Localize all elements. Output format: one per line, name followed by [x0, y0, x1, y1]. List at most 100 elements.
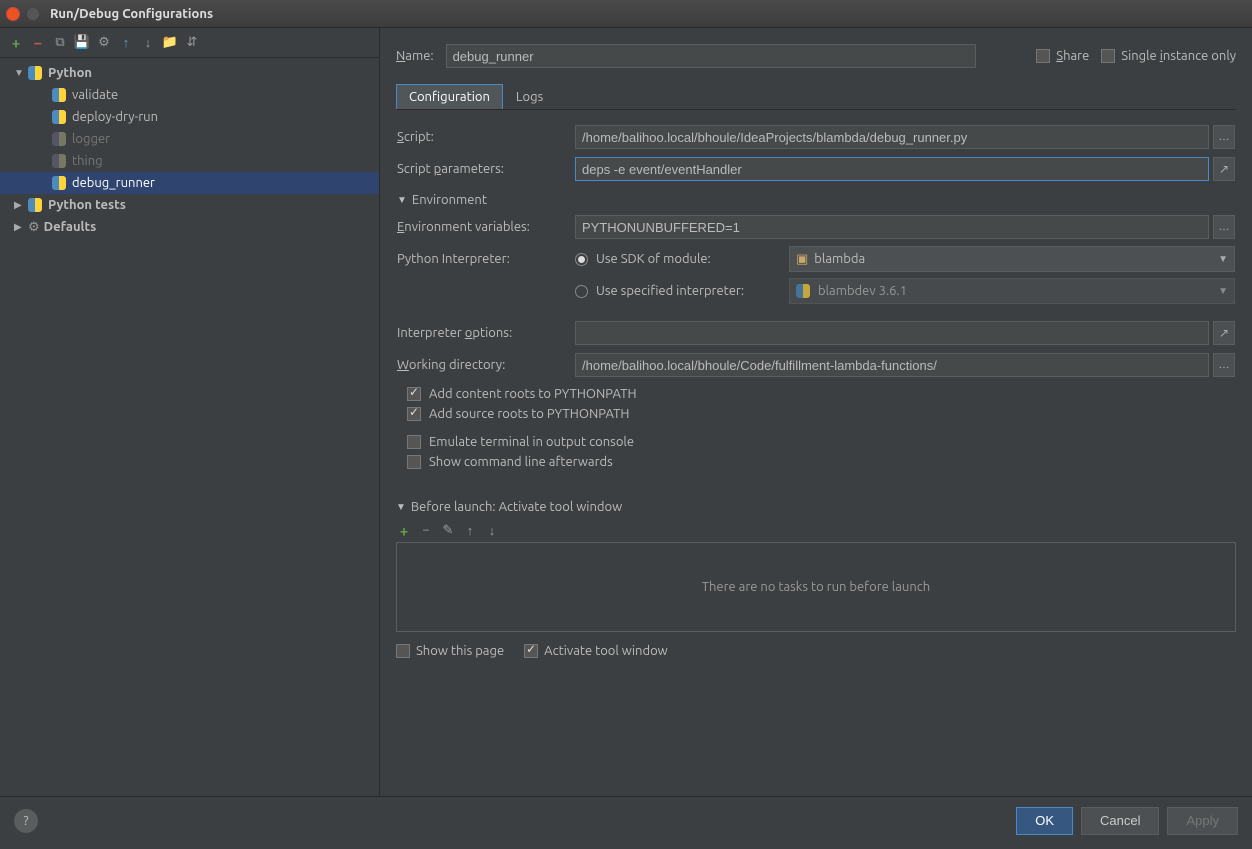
checkbox-label: Emulate terminal in output console	[429, 435, 634, 449]
use-specified-radio[interactable]: Use specified interpreter:	[575, 284, 775, 298]
add-source-roots-checkbox[interactable]: Add source roots to PYTHONPATH	[397, 407, 1235, 421]
folder-icon: ▣	[796, 252, 808, 267]
sidebar-toolbar: + − ⧉ 💾 ⚙ ↑ ↓ 📁 ⇵	[0, 28, 379, 58]
expand-interp-opts-button[interactable]: ↗	[1213, 321, 1235, 345]
tree-label: logger	[72, 132, 110, 146]
envvars-input[interactable]	[575, 215, 1209, 239]
checkbox-label: Activate tool window	[544, 644, 668, 658]
share-checkbox[interactable]: Share	[1036, 49, 1089, 63]
add-task-icon[interactable]: +	[396, 522, 412, 538]
tree-label: debug_runner	[72, 176, 155, 190]
window-title: Run/Debug Configurations	[50, 7, 213, 21]
edit-task-icon[interactable]: ✎	[440, 522, 456, 538]
footer: ? OK Cancel Apply	[0, 796, 1252, 844]
chevron-down-icon: ▼	[396, 501, 406, 513]
show-command-line-checkbox[interactable]: Show command line afterwards	[397, 455, 1235, 469]
environment-section-header[interactable]: ▼ Environment	[397, 193, 1235, 207]
tree-category-defaults[interactable]: ▶ ⚙ Defaults	[0, 216, 379, 238]
empty-text: There are no tasks to run before launch	[702, 580, 930, 594]
python-icon	[52, 88, 66, 102]
content-panel: Name: Share Single instance only Configu…	[380, 28, 1252, 796]
chevron-right-icon: ▶	[14, 199, 28, 211]
cancel-button[interactable]: Cancel	[1081, 807, 1159, 835]
single-instance-checkbox[interactable]: Single instance only	[1101, 49, 1236, 63]
sdk-module-dropdown[interactable]: ▣ blambda ▼	[789, 246, 1235, 272]
envvars-label: Environment variables:	[397, 220, 567, 234]
use-sdk-radio[interactable]: Use SDK of module:	[575, 252, 775, 266]
browse-workdir-button[interactable]: …	[1213, 353, 1235, 377]
python-icon	[52, 176, 66, 190]
activate-tool-window-checkbox[interactable]: Activate tool window	[524, 644, 668, 658]
script-params-input[interactable]	[575, 157, 1209, 181]
move-up-icon[interactable]: ↑	[118, 35, 134, 51]
tree-category-python-tests[interactable]: ▶ Python tests	[0, 194, 379, 216]
tree-item-thing[interactable]: thing	[0, 150, 379, 172]
dropdown-value: blambda	[814, 252, 865, 266]
save-icon[interactable]: 💾	[74, 35, 90, 51]
chevron-down-icon: ▼	[397, 194, 407, 206]
apply-button[interactable]: Apply	[1167, 807, 1238, 835]
workdir-input[interactable]	[575, 353, 1209, 377]
settings-icon[interactable]: ⚙	[96, 35, 112, 51]
script-label: Script:	[397, 130, 567, 144]
move-task-down-icon[interactable]: ↓	[484, 522, 500, 538]
show-this-page-checkbox[interactable]: Show this page	[396, 644, 504, 658]
tab-configuration[interactable]: Configuration	[396, 84, 503, 109]
collapse-icon[interactable]: ⇵	[184, 35, 200, 51]
add-content-roots-checkbox[interactable]: Add content roots to PYTHONPATH	[397, 387, 1235, 401]
gear-icon: ⚙	[28, 220, 40, 235]
section-label: Environment	[412, 193, 487, 207]
tasks-list-empty: There are no tasks to run before launch	[396, 542, 1236, 632]
copy-icon[interactable]: ⧉	[52, 35, 68, 51]
tree-label: Defaults	[44, 220, 97, 234]
chevron-down-icon: ▼	[14, 67, 28, 79]
move-down-icon[interactable]: ↓	[140, 35, 156, 51]
python-icon	[52, 154, 66, 168]
tab-logs[interactable]: Logs	[503, 84, 556, 109]
python-icon	[52, 132, 66, 146]
tree-label: deploy-dry-run	[72, 110, 158, 124]
help-button[interactable]: ?	[14, 809, 38, 833]
emulate-terminal-checkbox[interactable]: Emulate terminal in output console	[397, 435, 1235, 449]
specified-interpreter-dropdown[interactable]: blambdev 3.6.1 ▼	[789, 278, 1235, 304]
minimize-icon[interactable]	[26, 7, 40, 21]
config-tree: ▼ Python validate deploy-dry-run logger …	[0, 58, 379, 796]
folder-icon[interactable]: 📁	[162, 35, 178, 51]
name-label: Name:	[396, 49, 434, 63]
tree-item-deploy-dry-run[interactable]: deploy-dry-run	[0, 106, 379, 128]
ok-button[interactable]: OK	[1016, 807, 1073, 835]
name-input[interactable]	[446, 44, 976, 68]
tree-label: validate	[72, 88, 118, 102]
script-input[interactable]	[575, 125, 1209, 149]
interpreter-options-input[interactable]	[575, 321, 1209, 345]
remove-task-icon[interactable]: −	[418, 522, 434, 538]
params-label: Script parameters:	[397, 162, 567, 176]
remove-icon[interactable]: −	[30, 35, 46, 51]
tree-label: Python	[48, 66, 92, 80]
checkbox-label: Show command line afterwards	[429, 455, 613, 469]
interp-opts-label: Interpreter options:	[397, 326, 567, 340]
browse-script-button[interactable]: …	[1213, 125, 1235, 149]
python-icon	[796, 284, 810, 298]
close-icon[interactable]	[6, 7, 20, 21]
tree-label: Python tests	[48, 198, 126, 212]
python-icon	[28, 198, 42, 212]
checkbox-label: Add source roots to PYTHONPATH	[429, 407, 629, 421]
before-launch-section-header[interactable]: ▼ Before launch: Activate tool window	[396, 500, 1236, 514]
add-icon[interactable]: +	[8, 35, 24, 51]
tabs: Configuration Logs	[396, 84, 1236, 110]
workdir-label: Working directory:	[397, 358, 567, 372]
tree-item-validate[interactable]: validate	[0, 84, 379, 106]
tree-item-logger[interactable]: logger	[0, 128, 379, 150]
tree-category-python[interactable]: ▼ Python	[0, 62, 379, 84]
edit-envvars-button[interactable]: …	[1213, 215, 1235, 239]
titlebar: Run/Debug Configurations	[0, 0, 1252, 28]
before-launch-toolbar: + − ✎ ↑ ↓	[396, 518, 1236, 542]
expand-params-button[interactable]: ↗	[1213, 157, 1235, 181]
tree-item-debug-runner[interactable]: debug_runner	[0, 172, 379, 194]
move-task-up-icon[interactable]: ↑	[462, 522, 478, 538]
checkbox-label: Show this page	[416, 644, 504, 658]
chevron-right-icon: ▶	[14, 221, 28, 233]
checkbox-label: Add content roots to PYTHONPATH	[429, 387, 637, 401]
python-icon	[52, 110, 66, 124]
